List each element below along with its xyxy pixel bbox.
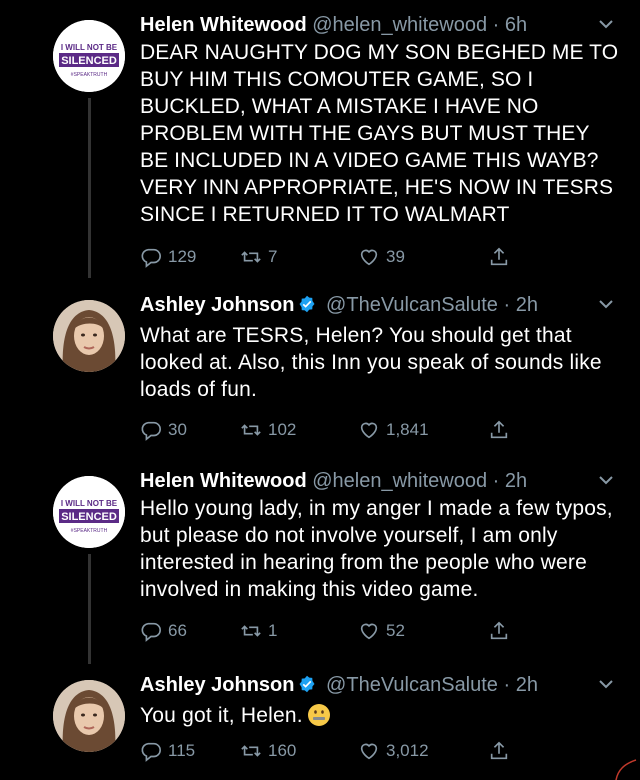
tweet-text: Hello young lady, in my anger I made a f…: [140, 497, 613, 601]
display-name[interactable]: Ashley Johnson: [140, 674, 294, 696]
chevron-down-icon[interactable]: [598, 474, 614, 486]
tweet-4[interactable]: Ashley Johnson @TheVulcanSalute · 2h You…: [0, 672, 640, 780]
like-button[interactable]: 1,841: [358, 417, 429, 443]
retweet-button[interactable]: 7: [240, 244, 277, 270]
share-icon: [490, 420, 508, 439]
retweet-icon: [241, 251, 261, 263]
handle-time[interactable]: @TheVulcanSalute · 2h: [326, 674, 538, 696]
ashley-portrait-icon: [53, 680, 125, 752]
share-icon: [490, 741, 508, 760]
reply-count: 30: [168, 420, 187, 439]
share-button[interactable]: [488, 618, 516, 644]
like-count: 39: [386, 247, 405, 266]
heart-icon: [360, 623, 378, 640]
tweet-actions: 66 1 52: [140, 618, 520, 644]
like-button[interactable]: 3,012: [358, 738, 429, 764]
reply-count: 115: [168, 741, 196, 760]
retweet-icon: [241, 625, 261, 637]
reply-count: 66: [168, 621, 187, 640]
retweet-button[interactable]: 102: [240, 417, 296, 443]
avatar-ashley[interactable]: [53, 300, 125, 372]
logo-line2: SILENCED: [61, 55, 117, 67]
display-name[interactable]: Helen Whitewood: [140, 470, 307, 492]
handle-time[interactable]: @helen_whitewood · 2h: [312, 470, 527, 492]
verified-badge-icon: [299, 675, 315, 693]
reply-icon: [141, 742, 161, 762]
tweet-3[interactable]: I WILL NOT BE SILENCED #SPEAKTRUTH Helen…: [0, 468, 640, 664]
tweet-header: Ashley Johnson @TheVulcanSalute · 2h: [140, 672, 620, 698]
reply-count: 129: [168, 247, 197, 266]
tweet-text: What are TESRS, Helen? You should get th…: [140, 324, 602, 401]
chevron-down-icon[interactable]: [598, 18, 614, 30]
display-name[interactable]: Ashley Johnson: [140, 294, 294, 316]
silenced-logo: I WILL NOT BE SILENCED #SPEAKTRUTH: [53, 20, 125, 92]
reply-button[interactable]: 115: [140, 738, 195, 764]
logo-line3: #SPEAKTRUTH: [71, 72, 108, 78]
retweet-button[interactable]: 160: [240, 738, 296, 764]
tweet-1[interactable]: I WILL NOT BE SILENCED #SPEAKTRUTH Helen…: [0, 12, 640, 282]
tweet-text: DEAR NAUGHTY DOG MY SON BEGHED ME TO BUY…: [140, 41, 619, 226]
tweet-text: You got it, Helen.: [140, 704, 303, 727]
retweet-count: 160: [268, 741, 297, 760]
retweet-icon: [241, 745, 261, 757]
thread-connector: [88, 98, 91, 278]
tweet-actions: 129 7 39: [140, 244, 520, 270]
tweet-actions: 30 102 1,841: [140, 417, 520, 443]
logo-line3: #SPEAKTRUTH: [71, 528, 108, 534]
chevron-down-icon[interactable]: [598, 298, 614, 310]
tweet-header: Helen Whitewood @helen_whitewood · 6h: [140, 12, 620, 38]
reply-icon: [141, 248, 161, 268]
handle-time[interactable]: @TheVulcanSalute · 2h: [326, 294, 538, 316]
retweet-icon: [241, 424, 261, 436]
handle-time[interactable]: @helen_whitewood · 6h: [312, 14, 527, 36]
heart-icon: [360, 422, 378, 439]
zipper-mouth-face-icon: [307, 704, 330, 726]
retweet-count: 1: [268, 621, 278, 640]
reply-button[interactable]: 66: [140, 618, 187, 644]
ashley-portrait-icon: [53, 300, 125, 372]
like-button[interactable]: 39: [358, 244, 405, 270]
like-count: 1,841: [386, 420, 429, 439]
display-name[interactable]: Helen Whitewood: [140, 14, 307, 36]
red-pen-mark: [615, 759, 637, 780]
tweet-actions: 115 160 3,012: [140, 738, 520, 764]
reply-button[interactable]: 30: [140, 417, 187, 443]
reply-icon: [141, 622, 161, 642]
chevron-down-icon[interactable]: [598, 678, 614, 690]
share-icon: [490, 247, 508, 266]
heart-icon: [360, 743, 378, 760]
thread-connector: [88, 554, 91, 664]
share-button[interactable]: [488, 244, 516, 270]
retweet-count: 102: [268, 420, 297, 439]
avatar-ashley[interactable]: [53, 680, 125, 752]
logo-line1: I WILL NOT BE: [61, 43, 118, 52]
retweet-button[interactable]: 1: [240, 618, 277, 644]
avatar-helen[interactable]: I WILL NOT BE SILENCED #SPEAKTRUTH: [53, 20, 125, 92]
heart-icon: [360, 249, 378, 266]
like-count: 52: [386, 621, 405, 640]
share-button[interactable]: [488, 417, 516, 443]
silenced-logo: I WILL NOT BE SILENCED #SPEAKTRUTH: [53, 476, 125, 548]
reply-icon: [141, 421, 161, 441]
tweet-header: Ashley Johnson @TheVulcanSalute · 2h: [140, 292, 620, 318]
retweet-count: 7: [268, 247, 278, 266]
verified-badge-icon: [299, 295, 315, 313]
tweet-thread: I WILL NOT BE SILENCED #SPEAKTRUTH Helen…: [0, 0, 640, 780]
avatar-helen[interactable]: I WILL NOT BE SILENCED #SPEAKTRUTH: [53, 476, 125, 548]
share-button[interactable]: [488, 738, 516, 764]
reply-button[interactable]: 129: [140, 244, 196, 270]
like-button[interactable]: 52: [358, 618, 405, 644]
like-count: 3,012: [386, 741, 429, 760]
tweet-header: Helen Whitewood @helen_whitewood · 2h: [140, 468, 620, 494]
tweet-text-row: You got it, Helen.: [140, 702, 620, 729]
logo-line2: SILENCED: [61, 511, 117, 523]
share-icon: [490, 621, 508, 640]
tweet-2[interactable]: Ashley Johnson @TheVulcanSalute · 2h Wha…: [0, 292, 640, 452]
logo-line1: I WILL NOT BE: [61, 499, 118, 508]
